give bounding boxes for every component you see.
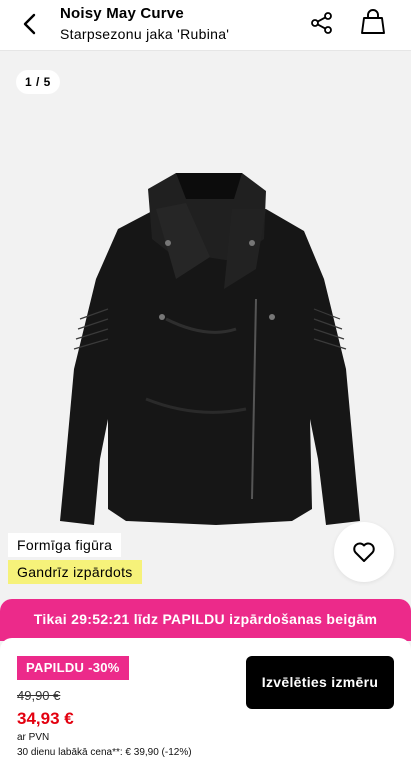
- old-price: 49,90 €: [17, 688, 61, 703]
- select-size-button[interactable]: Izvēlēties izmēru: [246, 656, 394, 709]
- current-price: 34,93 €: [17, 709, 74, 728]
- product-name: Starpsezonu jaka 'Rubina': [60, 26, 230, 42]
- brand-name[interactable]: Noisy May Curve: [60, 5, 229, 23]
- fit-badge: Formīga figūra: [8, 533, 122, 557]
- share-icon: [311, 12, 332, 34]
- image-counter: 1 / 5: [16, 70, 60, 94]
- shopping-bag-icon: [361, 9, 385, 34]
- price-panel: PAPILDU -30% 49,90 € 34,93 € ar PVN 30 d…: [0, 638, 411, 768]
- promo-countdown-banner: Tikai 29:52:21 līdz PAPILDU izpārdošanas…: [0, 599, 411, 641]
- vat-note: ar PVN: [17, 732, 50, 743]
- shopping-bag-button[interactable]: [360, 8, 386, 36]
- lowest-price-note: 30 dienu labākā cena**: € 39,90 (-12%): [17, 747, 192, 758]
- back-arrow-icon: [23, 13, 36, 35]
- header: Noisy May Curve Starpsezonu jaka 'Rubina…: [0, 0, 411, 51]
- heart-icon: [353, 542, 375, 562]
- product-image-gallery[interactable]: 1 / 5 Formīga figūra Gandrīz izpārdots: [0, 51, 411, 599]
- wishlist-button[interactable]: [334, 522, 394, 582]
- share-button[interactable]: [309, 10, 335, 36]
- product-image: [60, 173, 360, 525]
- back-button[interactable]: [16, 10, 44, 38]
- title-block: Noisy May Curve Starpsezonu jaka 'Rubina…: [60, 5, 229, 43]
- discount-badge: PAPILDU -30%: [17, 656, 129, 680]
- availability-badge: Gandrīz izpārdots: [8, 560, 142, 584]
